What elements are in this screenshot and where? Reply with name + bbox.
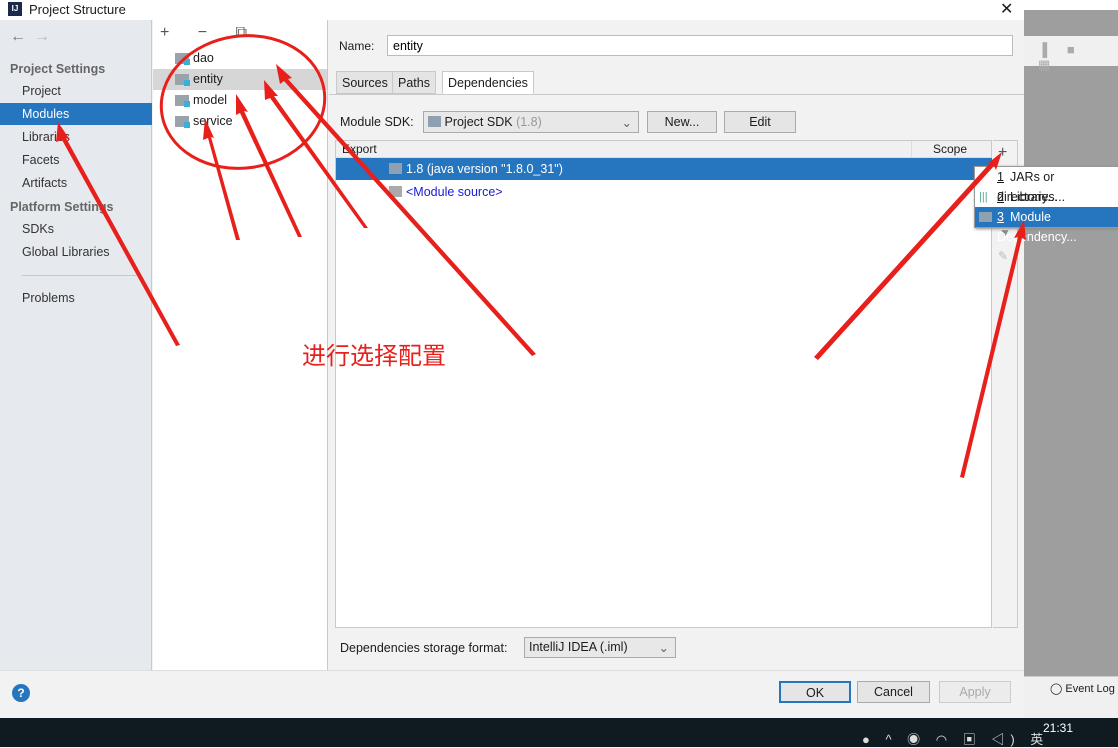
module-folder-icon — [175, 95, 190, 107]
table-row[interactable]: 1.8 (java version "1.8.0_31") — [336, 158, 992, 180]
ok-button[interactable]: OK — [779, 681, 851, 703]
add-dependency-button[interactable]: + — [998, 144, 1007, 162]
apply-button[interactable]: Apply — [939, 681, 1011, 703]
storage-format-value: IntelliJ IDEA (.iml) — [529, 640, 628, 654]
event-log-label: Event Log — [1065, 683, 1115, 695]
module-folder-icon — [175, 74, 190, 86]
sdk-folder-icon — [389, 163, 402, 174]
menu-label: Library... — [1009, 190, 1058, 204]
event-log-button[interactable]: ◯ Event Log — [1050, 682, 1115, 695]
chevron-down-icon: ⌄ — [621, 116, 632, 130]
forward-arrow-icon[interactable]: → — [34, 28, 50, 46]
sidebar-item-artifacts[interactable]: Artifacts — [0, 172, 152, 194]
sidebar-item-project[interactable]: Project — [0, 80, 152, 102]
back-arrow-icon[interactable]: ← — [10, 28, 26, 46]
tab-divider — [329, 94, 1024, 95]
edit-pencil-icon[interactable]: ✎ — [998, 249, 1008, 263]
new-sdk-button[interactable]: New... — [647, 111, 717, 133]
intellij-logo-icon: IJ — [8, 2, 22, 16]
menu-item-jars[interactable]: 1 JARs or directories... — [975, 167, 1118, 204]
help-button[interactable]: ? — [12, 684, 30, 702]
window-title: Project Structure — [29, 2, 126, 17]
sdk-version: (1.8) — [516, 115, 542, 129]
chevron-down-icon: ⌄ — [658, 641, 669, 655]
sdk-value: Project SDK — [444, 115, 513, 129]
column-export[interactable]: Export — [342, 142, 377, 156]
sidebar-item-problems[interactable]: Problems — [0, 287, 152, 309]
module-label: service — [193, 114, 233, 128]
row-label: <Module source> — [406, 185, 503, 199]
column-scope[interactable]: Scope — [933, 142, 967, 156]
module-folder-icon — [175, 53, 190, 65]
cancel-button[interactable]: Cancel — [857, 681, 930, 703]
menu-item-library[interactable]: ||| 2 Library... — [975, 187, 1118, 207]
tab-paths[interactable]: Paths — [392, 71, 436, 94]
menu-item-module-dependency[interactable]: 3 Module Dependency... — [975, 207, 1118, 244]
sidebar-item-facets[interactable]: Facets — [0, 149, 152, 171]
taskbar-clock[interactable]: 21:31 — [1043, 721, 1073, 735]
module-item-dao[interactable]: dao — [153, 48, 327, 69]
ide-top-strip — [1024, 0, 1118, 10]
module-item-service[interactable]: service — [153, 111, 327, 132]
module-label: model — [193, 93, 228, 107]
name-label: Name: — [339, 39, 375, 53]
module-label: entity — [193, 72, 223, 86]
module-icon — [979, 212, 992, 222]
row-label: 1.8 (java version "1.8.0_31") — [406, 162, 563, 176]
module-item-entity[interactable]: entity — [153, 69, 327, 90]
sdk-folder-icon — [428, 116, 441, 127]
menu-mnemonic: 1 — [997, 170, 1004, 184]
module-folder-icon — [175, 116, 190, 128]
module-item-model[interactable]: model — [153, 90, 327, 111]
tab-sources[interactable]: Sources — [336, 71, 394, 94]
folder-icon — [389, 186, 402, 197]
section-platform-settings: Platform Settings — [10, 200, 114, 214]
add-dependency-menu: 1 JARs or directories... ||| 2 Library... 3… — [974, 166, 1118, 244]
ide-background — [1024, 0, 1118, 718]
sidebar-item-sdks[interactable]: SDKs — [0, 218, 152, 240]
close-button[interactable]: ✕ — [1000, 0, 1013, 19]
sidebar-item-global-libraries[interactable]: Global Libraries — [0, 241, 152, 263]
sidebar-item-modules[interactable]: Modules — [0, 103, 152, 125]
module-toolbar[interactable]: + − ⧉ — [160, 24, 259, 42]
menu-label: Module Dependency... — [997, 210, 1077, 244]
ide-toolbar: ▐ ■ ▦ — [1024, 36, 1118, 72]
tab-dependencies[interactable]: Dependencies — [442, 71, 534, 94]
sidebar-divider — [22, 275, 140, 276]
name-input[interactable] — [387, 35, 1013, 56]
module-sdk-label: Module SDK: — [340, 115, 414, 129]
table-row[interactable]: <Module source> — [336, 181, 992, 203]
storage-format-select[interactable]: IntelliJ IDEA (.iml) ⌄ — [524, 637, 676, 658]
storage-format-label: Dependencies storage format: — [340, 641, 508, 655]
sidebar: ← → Project Settings Project Modules Lib… — [0, 20, 152, 670]
section-project-settings: Project Settings — [10, 62, 106, 76]
menu-mnemonic: 2 — [997, 190, 1004, 204]
module-label: dao — [193, 51, 214, 65]
system-tray[interactable]: ● ^ ◉ ◠ ▣ ◁) 英 — [862, 729, 1049, 748]
dependencies-table — [335, 140, 992, 628]
menu-mnemonic: 3 — [997, 210, 1004, 224]
edit-sdk-button[interactable]: Edit — [724, 111, 796, 133]
annotation-text: 进行选择配置 — [302, 342, 446, 370]
table-header: Export Scope — [336, 141, 991, 158]
title-bar — [0, 0, 1024, 20]
sidebar-item-libraries[interactable]: Libraries — [0, 126, 152, 148]
module-sdk-select[interactable]: Project SDK (1.8) ⌄ — [423, 111, 639, 133]
library-icon: ||| — [979, 191, 988, 203]
